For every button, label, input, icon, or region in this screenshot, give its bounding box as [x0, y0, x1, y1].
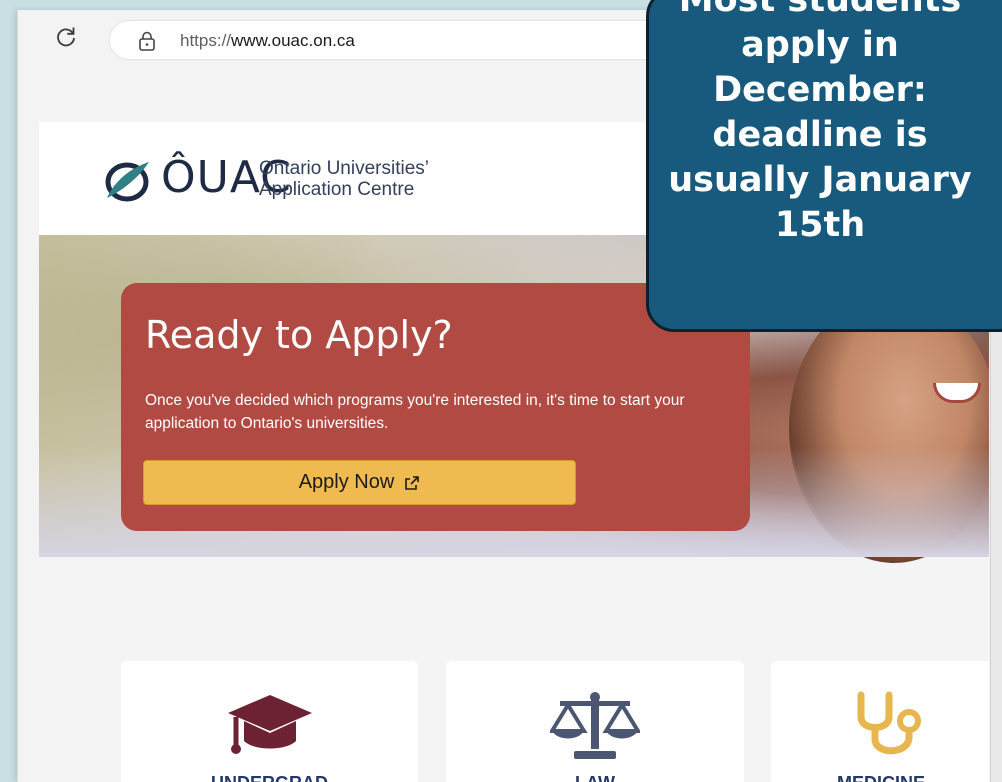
logo-sub-line2: Application Centre [259, 179, 415, 200]
reload-icon[interactable] [54, 24, 78, 48]
callout-line-4: deadline is [712, 115, 928, 155]
callout-line-6: 15th [774, 205, 866, 245]
lock-icon[interactable] [138, 31, 156, 51]
url-host: www.ouac.on.ca [231, 31, 355, 50]
scales-icon [550, 692, 640, 759]
logo-sub-line1: Ontario Universities’ [259, 158, 429, 179]
panel-description: Once you've decided which programs you'r… [145, 392, 685, 432]
card-undergrad[interactable]: UNDERGRAD [121, 661, 418, 782]
url-scheme: https:// [180, 31, 232, 50]
ouac-logo-icon[interactable] [101, 158, 153, 202]
page-scrollbar[interactable] [990, 320, 1002, 782]
graduation-cap-icon [227, 695, 312, 754]
apply-now-label: Apply Now [298, 471, 395, 493]
url-text[interactable]: https://www.ouac.on.ca [180, 31, 355, 51]
callout-line-2: apply in [741, 25, 899, 65]
callout-text: Most students apply in December: deadlin… [649, 0, 991, 248]
callout-line-1: Most students [678, 0, 962, 20]
deadline-callout: Most students apply in December: deadlin… [646, 0, 1002, 332]
apply-now-button[interactable]: Apply Now [143, 460, 576, 505]
card-medicine[interactable]: MEDICINE [771, 661, 989, 782]
callout-line-5: usually January [668, 160, 972, 200]
card-label-undergrad: UNDERGRAD [121, 773, 418, 782]
card-law[interactable]: LAW [446, 661, 744, 782]
callout-line-3: December: [713, 70, 927, 110]
logo-subtitle: Ontario Universities’ Application Centre [259, 158, 429, 200]
stethoscope-icon [857, 691, 921, 755]
address-bar[interactable]: https://www.ouac.on.ca [109, 20, 729, 60]
card-label-law: LAW [446, 773, 744, 782]
external-link-icon [405, 475, 420, 490]
card-label-medicine: MEDICINE [761, 773, 989, 782]
panel-title: Ready to Apply? [145, 313, 453, 357]
